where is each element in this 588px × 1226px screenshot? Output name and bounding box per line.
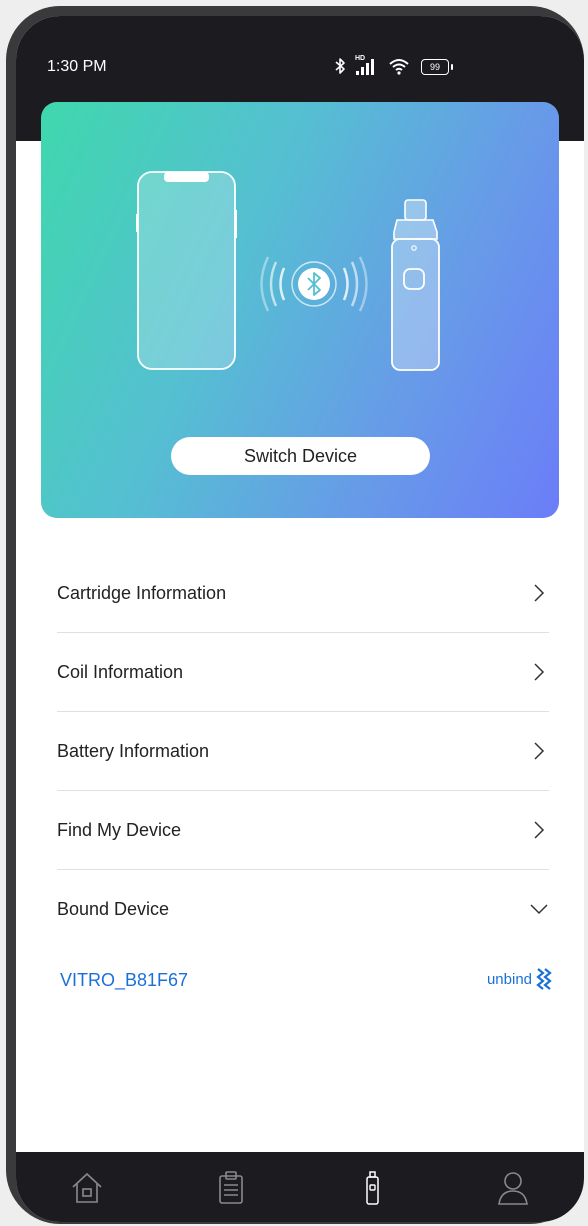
unbind-button[interactable]: unbind bbox=[487, 971, 532, 988]
unbind-icon[interactable] bbox=[536, 966, 552, 992]
bottom-tab-bar bbox=[16, 1152, 584, 1222]
bound-device-row: VITRO_B81F67 unbind bbox=[60, 966, 552, 996]
screen: 1:30 PM HD 99 Switch Device Cartridge In… bbox=[16, 16, 584, 1222]
menu-item-bound-device[interactable]: Bound Device bbox=[57, 870, 549, 948]
battery-icon: 99 bbox=[421, 59, 453, 75]
vape-device-illustration bbox=[391, 199, 440, 371]
clipboard-icon[interactable] bbox=[213, 1169, 249, 1207]
status-icons: HD bbox=[334, 54, 410, 78]
bound-device-name: VITRO_B81F67 bbox=[60, 970, 189, 990]
chevron-down-icon bbox=[530, 904, 548, 915]
menu-item-label: Cartridge Information bbox=[57, 582, 227, 603]
bluetooth-signal-icon bbox=[260, 256, 368, 312]
menu-item-label: Find My Device bbox=[57, 819, 182, 840]
menu-item-label: Bound Device bbox=[57, 898, 170, 919]
menu-item-label: Coil Information bbox=[57, 661, 184, 682]
chevron-right-icon bbox=[534, 821, 545, 839]
home-icon[interactable] bbox=[69, 1169, 105, 1207]
menu-item-label: Battery Information bbox=[57, 740, 210, 761]
device-hero-card: Switch Device bbox=[41, 102, 559, 518]
menu-item-find-my-device[interactable]: Find My Device bbox=[57, 791, 549, 870]
chevron-right-icon bbox=[534, 742, 545, 760]
phone-illustration bbox=[136, 171, 237, 370]
profile-icon[interactable] bbox=[495, 1169, 531, 1207]
chevron-right-icon bbox=[534, 663, 545, 681]
menu-item-cartridge-information[interactable]: Cartridge Information bbox=[57, 554, 549, 633]
status-time: 1:30 PM bbox=[47, 58, 107, 75]
cellular-signal-icon: HD bbox=[354, 55, 380, 76]
switch-device-button[interactable]: Switch Device bbox=[171, 437, 430, 475]
bluetooth-status-icon bbox=[335, 58, 345, 74]
device-menu: Cartridge Information Coil Information B… bbox=[57, 554, 549, 948]
chevron-right-icon bbox=[534, 584, 545, 602]
menu-item-battery-information[interactable]: Battery Information bbox=[57, 712, 549, 791]
wifi-icon bbox=[389, 59, 409, 75]
device-icon[interactable] bbox=[354, 1169, 390, 1207]
menu-item-coil-information[interactable]: Coil Information bbox=[57, 633, 549, 712]
